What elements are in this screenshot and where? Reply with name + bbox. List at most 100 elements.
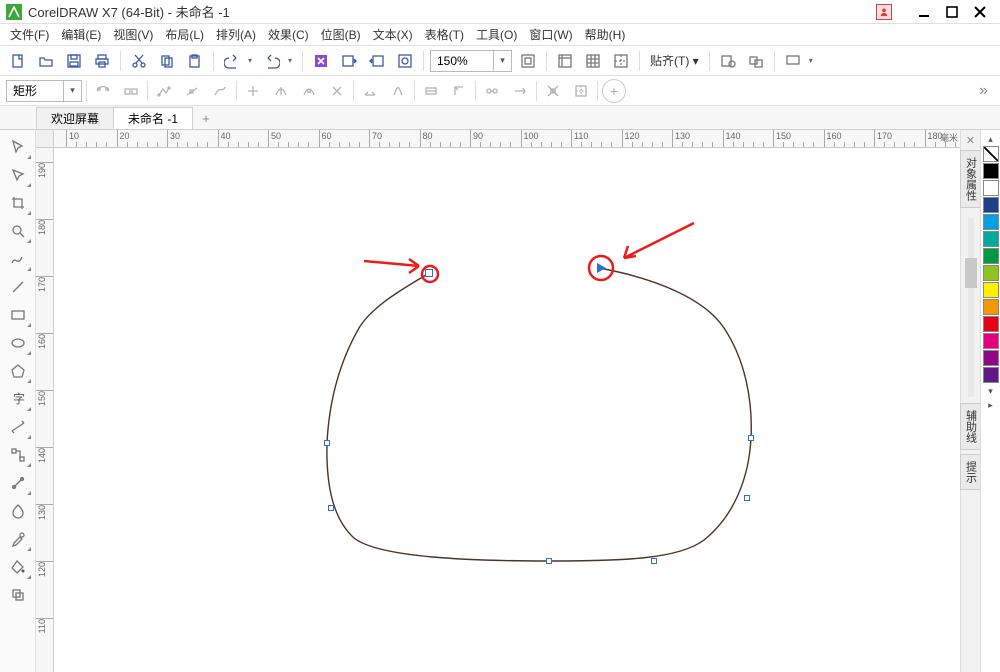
swatch[interactable]: [983, 265, 999, 281]
close-button[interactable]: [966, 2, 994, 22]
undo-button[interactable]: [220, 49, 244, 73]
prop-btn-13[interactable]: [447, 79, 471, 103]
prop-btn-10[interactable]: [358, 79, 382, 103]
cut-button[interactable]: [127, 49, 151, 73]
parallel-dim-tool[interactable]: [4, 414, 32, 440]
swatch-none[interactable]: [983, 146, 999, 162]
curve-node[interactable]: [324, 440, 330, 446]
tab-doc1[interactable]: 未命名 -1: [113, 107, 193, 129]
canvas[interactable]: [54, 148, 960, 672]
shape-preset-combo[interactable]: ▾: [6, 80, 82, 102]
prop-btn-12[interactable]: [419, 79, 443, 103]
prop-btn-1[interactable]: [91, 79, 115, 103]
menu-bitmaps[interactable]: 位图(B): [315, 24, 367, 45]
prop-btn-7[interactable]: [269, 79, 293, 103]
swatch[interactable]: [983, 163, 999, 179]
menu-effects[interactable]: 效果(C): [262, 24, 315, 45]
prop-btn-15[interactable]: [508, 79, 532, 103]
swatch[interactable]: [983, 316, 999, 332]
account-icon[interactable]: [876, 4, 892, 20]
menu-table[interactable]: 表格(T): [419, 24, 470, 45]
prop-overflow[interactable]: »: [973, 82, 994, 100]
ellipse-tool[interactable]: [4, 330, 32, 356]
prop-btn-4[interactable]: [180, 79, 204, 103]
transparency-tool[interactable]: [4, 498, 32, 524]
menu-tools[interactable]: 工具(O): [470, 24, 523, 45]
eyedropper-tool[interactable]: [4, 526, 32, 552]
crop-tool[interactable]: [4, 190, 32, 216]
menu-text[interactable]: 文本(X): [367, 24, 419, 45]
menu-arrange[interactable]: 排列(A): [210, 24, 262, 45]
paste-button[interactable]: [183, 49, 207, 73]
prop-btn-6[interactable]: [241, 79, 265, 103]
swatch[interactable]: [983, 197, 999, 213]
text-tool[interactable]: 字: [4, 386, 32, 412]
curve-node[interactable]: [748, 435, 754, 441]
redo-button[interactable]: [260, 49, 284, 73]
palette-scroll-up[interactable]: ▴: [983, 132, 999, 146]
save-button[interactable]: [62, 49, 86, 73]
show-grid-button[interactable]: [581, 49, 605, 73]
prop-btn-5[interactable]: [208, 79, 232, 103]
docker-tab-object-properties[interactable]: 对象属性: [960, 150, 982, 208]
swatch[interactable]: [983, 350, 999, 366]
customize-dropdown[interactable]: ▾: [809, 56, 817, 65]
snap-dropdown[interactable]: 贴齐(T) ▾: [646, 52, 703, 69]
freehand-tool[interactable]: [4, 246, 32, 272]
search-content-button[interactable]: [309, 49, 333, 73]
shape-tool[interactable]: [4, 162, 32, 188]
zoom-input[interactable]: [431, 51, 493, 71]
menu-file[interactable]: 文件(F): [4, 24, 55, 45]
smart-fill-tool[interactable]: [4, 582, 32, 608]
ruler-horizontal[interactable]: 1020304050607080901001101201301401501601…: [54, 130, 960, 148]
swatch[interactable]: [983, 333, 999, 349]
curve-node[interactable]: [328, 505, 334, 511]
prop-add-button[interactable]: +: [602, 79, 626, 103]
new-button[interactable]: [6, 49, 30, 73]
swatch[interactable]: [983, 248, 999, 264]
prop-btn-17[interactable]: [569, 79, 593, 103]
prop-btn-2[interactable]: [119, 79, 143, 103]
menu-layout[interactable]: 布局(L): [159, 24, 210, 45]
docker-close-icon[interactable]: ✕: [963, 132, 979, 148]
pick-tool[interactable]: [4, 134, 32, 160]
drawn-curve[interactable]: [327, 268, 751, 561]
app-launcher-button[interactable]: [744, 49, 768, 73]
polygon-tool[interactable]: [4, 358, 32, 384]
docker-scroll-thumb[interactable]: [965, 258, 977, 288]
swatch[interactable]: [983, 299, 999, 315]
menu-help[interactable]: 帮助(H): [579, 24, 632, 45]
swatch[interactable]: [983, 231, 999, 247]
rectangle-tool[interactable]: [4, 302, 32, 328]
prop-btn-14[interactable]: [480, 79, 504, 103]
zoom-tool[interactable]: [4, 218, 32, 244]
ruler-vertical[interactable]: 190180170160150140130120110: [36, 148, 54, 672]
tab-welcome[interactable]: 欢迎屏幕: [36, 107, 114, 129]
open-button[interactable]: [34, 49, 58, 73]
export-button[interactable]: [365, 49, 389, 73]
new-tab-button[interactable]: +: [196, 108, 216, 128]
prop-btn-3[interactable]: [152, 79, 176, 103]
ruler-origin[interactable]: [36, 130, 54, 148]
node-end-left[interactable]: [425, 269, 433, 277]
options-button[interactable]: [716, 49, 740, 73]
import-button[interactable]: [337, 49, 361, 73]
swatch[interactable]: [983, 282, 999, 298]
show-rulers-button[interactable]: [553, 49, 577, 73]
customize-toolbar-button[interactable]: [781, 49, 805, 73]
menu-edit[interactable]: 编辑(E): [55, 24, 107, 45]
undo-dropdown[interactable]: ▾: [248, 56, 256, 65]
connector-tool[interactable]: [4, 442, 32, 468]
redo-dropdown[interactable]: ▾: [288, 56, 296, 65]
docker-tab-guidelines[interactable]: 辅助线: [960, 403, 982, 450]
show-guides-button[interactable]: [609, 49, 633, 73]
zoom-combo[interactable]: ▾: [430, 50, 512, 72]
curve-node[interactable]: [651, 558, 657, 564]
maximize-button[interactable]: [938, 2, 966, 22]
artistic-media-tool[interactable]: [4, 274, 32, 300]
palette-scroll-down[interactable]: ▾: [983, 384, 999, 398]
publish-pdf-button[interactable]: [393, 49, 417, 73]
prop-btn-8[interactable]: [297, 79, 321, 103]
prop-btn-16[interactable]: [541, 79, 565, 103]
docker-scroll-track[interactable]: [968, 218, 974, 397]
